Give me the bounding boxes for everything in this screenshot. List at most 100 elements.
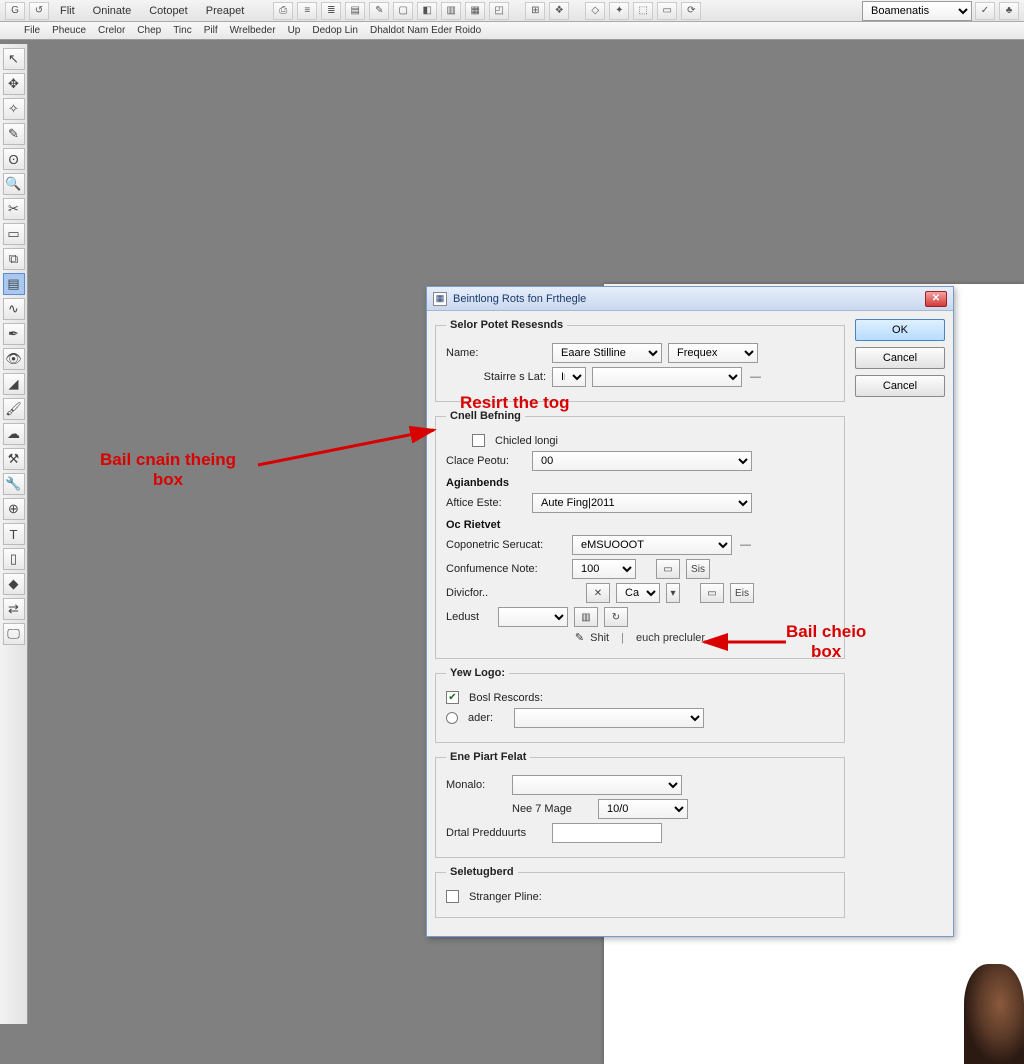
toolbar-icon[interactable]: ⟳ xyxy=(681,2,701,20)
crop-tool-icon[interactable]: ⧉ xyxy=(3,248,25,270)
smudge-tool-icon[interactable]: ☁ xyxy=(3,423,25,445)
toolbar-icon[interactable]: ◰ xyxy=(489,2,509,20)
group-selor: Selor Potet Resesnds Name: Eaare Stillin… xyxy=(435,319,845,402)
toolbar-icon[interactable]: ❖ xyxy=(549,2,569,20)
search-tool-icon[interactable]: 🔍 xyxy=(3,173,25,195)
swap-tool-icon[interactable]: ⇄ xyxy=(3,598,25,620)
toolbar-icon[interactable]: ✓ xyxy=(975,2,995,20)
bucket-tool-icon[interactable]: ◢ xyxy=(3,373,25,395)
freq-combo[interactable]: Frequex xyxy=(668,343,758,363)
move-tool-icon[interactable]: ✥ xyxy=(3,73,25,95)
state-small-combo[interactable]: Ime xyxy=(552,367,586,387)
paint-tool-icon[interactable]: 🖌 xyxy=(3,398,25,420)
state-label: Stairre s Lat: xyxy=(446,371,546,383)
menu-item[interactable]: Flit xyxy=(52,3,83,19)
menu-item[interactable]: Pheuce xyxy=(46,25,92,36)
toolbar-icon[interactable]: ◧ xyxy=(417,2,437,20)
layer-tool-icon[interactable]: ▤ xyxy=(3,273,25,295)
small-button[interactable]: ▭ xyxy=(656,559,680,579)
conf-combo[interactable]: 100 xyxy=(572,559,636,579)
cancel-button[interactable]: Cancel xyxy=(855,375,945,397)
checkbox[interactable]: ✔ xyxy=(446,691,459,704)
tool-palette: ↖ ✥ ✧ ✎ ʘ 🔍 ✂ ▭ ⧉ ▤ ∿ ✒ 👁 ◢ 🖌 ☁ ⚒ 🔧 ⊕ T … xyxy=(0,44,28,1024)
brush-tool-icon[interactable]: ✎ xyxy=(3,123,25,145)
aftice-combo[interactable]: Aute Fing|2011 xyxy=(532,493,752,513)
nee-combo[interactable]: 10/0 xyxy=(598,799,688,819)
toolbar-icon[interactable]: ≣ xyxy=(321,2,341,20)
checkbox[interactable] xyxy=(446,890,459,903)
toolbar-icon[interactable]: ▤ xyxy=(345,2,365,20)
toolbar-icon[interactable]: ⊞ xyxy=(525,2,545,20)
toolbar-icon[interactable]: ♣ xyxy=(999,2,1019,20)
toolbar-icon[interactable]: ⬚ xyxy=(633,2,653,20)
menu-item[interactable]: Preapet xyxy=(198,3,253,19)
menu-item[interactable]: Cotopet xyxy=(141,3,196,19)
ader-combo[interactable] xyxy=(514,708,704,728)
menu-item[interactable]: Tinc xyxy=(167,25,198,36)
menu-item[interactable]: Pilf xyxy=(198,25,224,36)
toolbar-icon[interactable]: ⎙ xyxy=(273,2,293,20)
close-icon[interactable]: ✕ xyxy=(925,291,947,307)
cop-combo[interactable]: eMSUOOOT xyxy=(572,535,732,555)
toolbar-icon[interactable]: ✎ xyxy=(369,2,389,20)
dialog-titlebar[interactable]: ▦ Beintlong Rots fon Frthegle ✕ xyxy=(427,287,953,311)
radio-label: ader: xyxy=(468,712,508,724)
toolbar-icon[interactable]: ▭ xyxy=(657,2,677,20)
menu-item[interactable]: Wrelbeder xyxy=(224,25,282,36)
small-button[interactable]: Eis xyxy=(730,583,754,603)
clace-combo[interactable]: 00 xyxy=(532,451,752,471)
small-button[interactable]: Sis xyxy=(686,559,710,579)
drtal-input[interactable] xyxy=(552,823,662,843)
text-tool-icon[interactable]: T xyxy=(3,523,25,545)
toolbar-icon[interactable]: ◇ xyxy=(585,2,605,20)
rect-tool-icon[interactable]: ▭ xyxy=(3,223,25,245)
wand-tool-icon[interactable]: ✧ xyxy=(3,98,25,120)
eye-tool-icon[interactable]: 👁 xyxy=(3,348,25,370)
name-combo[interactable]: Eaare Stilline xyxy=(552,343,662,363)
menu-item[interactable]: Chep xyxy=(131,25,167,36)
aftice-label: Aftice Este: xyxy=(446,497,526,509)
toolbar-icon[interactable]: ✦ xyxy=(609,2,629,20)
check-label: Bosl Rescords: xyxy=(469,692,543,704)
node-tool-icon[interactable]: ⊕ xyxy=(3,498,25,520)
menu-item[interactable]: Up xyxy=(282,25,307,36)
toolbar-icon[interactable]: ▥ xyxy=(441,2,461,20)
toolbar-icon[interactable]: ≡ xyxy=(297,2,317,20)
lasso-tool-icon[interactable]: ʘ xyxy=(3,148,25,170)
menu-item[interactable]: Oninate xyxy=(85,3,140,19)
clip-tool-icon[interactable]: ✂ xyxy=(3,198,25,220)
wrench-tool-icon[interactable]: 🔧 xyxy=(3,473,25,495)
arrow-tool-icon[interactable]: ↖ xyxy=(3,48,25,70)
pen-tool-icon[interactable]: ✒ xyxy=(3,323,25,345)
shape-tool-icon[interactable]: ◆ xyxy=(3,573,25,595)
hammer-tool-icon[interactable]: ⚒ xyxy=(3,448,25,470)
state-combo[interactable] xyxy=(592,367,742,387)
toolbar-combo[interactable]: Boamenatis xyxy=(862,1,972,21)
menu-item[interactable]: Dedop Lin xyxy=(306,25,364,36)
group-legend: Ene Piart Felat xyxy=(446,751,530,763)
frame-tool-icon[interactable]: ▯ xyxy=(3,548,25,570)
menu-item[interactable]: File xyxy=(18,25,46,36)
check-label: Chicled longi xyxy=(495,435,558,447)
toolbar-icon[interactable]: ▢ xyxy=(393,2,413,20)
screen-tool-icon[interactable]: 🖵 xyxy=(3,623,25,645)
div-combo[interactable]: Ca xyxy=(616,583,660,603)
dedust-combo[interactable] xyxy=(498,607,568,627)
menu-item[interactable]: Crelor xyxy=(92,25,131,36)
small-button[interactable]: ✕ xyxy=(586,583,610,603)
small-button[interactable]: ▭ xyxy=(700,583,724,603)
cancel-button[interactable]: Cancel xyxy=(855,347,945,369)
radio[interactable] xyxy=(446,712,458,724)
curve-tool-icon[interactable]: ∿ xyxy=(3,298,25,320)
small-button[interactable]: ▾ xyxy=(666,583,680,603)
refresh-icon[interactable]: ↻ xyxy=(604,607,628,627)
toolbar-btn[interactable]: G xyxy=(5,2,25,20)
nee-label: Nee 7 Mage xyxy=(512,803,592,815)
toolbar-icon[interactable]: ▦ xyxy=(465,2,485,20)
checkbox[interactable] xyxy=(472,434,485,447)
small-button[interactable]: ▥ xyxy=(574,607,598,627)
menu-item[interactable]: Dhaldot Nam Eder Roido xyxy=(364,25,487,36)
toolbar-btn[interactable]: ↺ xyxy=(29,2,49,20)
ok-button[interactable]: OK xyxy=(855,319,945,341)
monalo-combo[interactable] xyxy=(512,775,682,795)
